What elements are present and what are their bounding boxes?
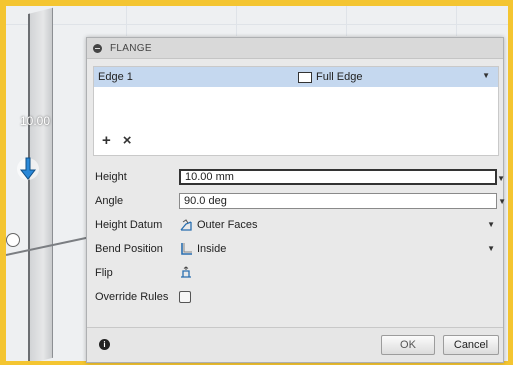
- full-edge-icon: [298, 71, 312, 83]
- height-input[interactable]: 10.00 mm ▼: [179, 169, 505, 185]
- dialog-footer: i OK Cancel: [87, 327, 503, 362]
- chevron-down-icon[interactable]: ▼: [497, 174, 505, 183]
- bend-position-select[interactable]: Inside ▼: [179, 241, 497, 257]
- bend-position-label: Bend Position: [95, 243, 163, 255]
- bend-position-row: Bend Position Inside ▼: [87, 237, 503, 261]
- flange-wall[interactable]: [28, 7, 53, 361]
- flip-icon[interactable]: [179, 266, 193, 280]
- override-rules-label: Override Rules: [95, 291, 169, 303]
- edge-row[interactable]: Edge 1 Full Edge ▼: [94, 67, 498, 87]
- dialog-header: FLANGE: [87, 38, 503, 59]
- chevron-down-icon[interactable]: ▼: [487, 220, 495, 229]
- bend-position-value: Inside: [197, 243, 227, 255]
- outer-faces-icon: [180, 219, 192, 231]
- angle-row: Angle 90.0 deg ▼: [87, 189, 506, 213]
- info-icon[interactable]: i: [99, 339, 110, 350]
- angle-label: Angle: [95, 195, 124, 207]
- height-datum-select[interactable]: Outer Faces ▼: [179, 217, 497, 233]
- height-value: 10.00 mm: [185, 171, 234, 183]
- angle-input[interactable]: 90.0 deg ▼: [179, 193, 506, 209]
- grid-line: [6, 24, 508, 25]
- angle-value: 90.0 deg: [184, 195, 227, 207]
- edge-name: Edge 1: [98, 71, 133, 83]
- override-rules-checkbox[interactable]: [179, 291, 191, 303]
- edge-tools: + ×: [102, 132, 132, 149]
- height-row: Height 10.00 mm ▼: [87, 165, 505, 189]
- flange-dialog: FLANGE Edge 1 Full Edge ▼ + × Height 10.…: [86, 37, 506, 363]
- height-label: Height: [95, 171, 127, 183]
- chevron-down-icon[interactable]: ▼: [498, 197, 506, 206]
- flip-row: Flip: [87, 261, 503, 285]
- chevron-down-icon[interactable]: ▼: [482, 71, 490, 80]
- add-edge-button[interactable]: +: [102, 132, 111, 149]
- pivot-handle[interactable]: [6, 233, 20, 247]
- edge-type-select[interactable]: Full Edge: [298, 71, 362, 83]
- drag-arrow-icon[interactable]: [16, 156, 40, 182]
- chevron-down-icon[interactable]: ▼: [487, 244, 495, 253]
- grid-line: [236, 6, 237, 36]
- bend-inside-icon: [181, 243, 192, 255]
- grid-line: [346, 6, 347, 36]
- grid-line: [126, 6, 127, 36]
- grid-line: [456, 6, 457, 36]
- dimension-label: 10.00: [20, 114, 51, 128]
- flip-label: Flip: [95, 267, 113, 279]
- override-rules-row: Override Rules: [87, 285, 503, 309]
- collapse-icon[interactable]: [93, 43, 102, 53]
- cancel-button[interactable]: Cancel: [443, 335, 499, 355]
- ok-button[interactable]: OK: [381, 335, 435, 355]
- remove-edge-button[interactable]: ×: [123, 132, 132, 149]
- dialog-title: FLANGE: [110, 42, 152, 54]
- height-datum-value: Outer Faces: [197, 219, 258, 231]
- properties-panel: Height 10.00 mm ▼ Angle 90.0 deg ▼ Heigh…: [87, 165, 506, 309]
- edge-type-label: Full Edge: [316, 71, 363, 83]
- height-datum-row: Height Datum Outer Faces ▼: [87, 213, 503, 237]
- edge-selection-list: Edge 1 Full Edge ▼ + ×: [93, 66, 499, 156]
- height-datum-label: Height Datum: [95, 219, 163, 231]
